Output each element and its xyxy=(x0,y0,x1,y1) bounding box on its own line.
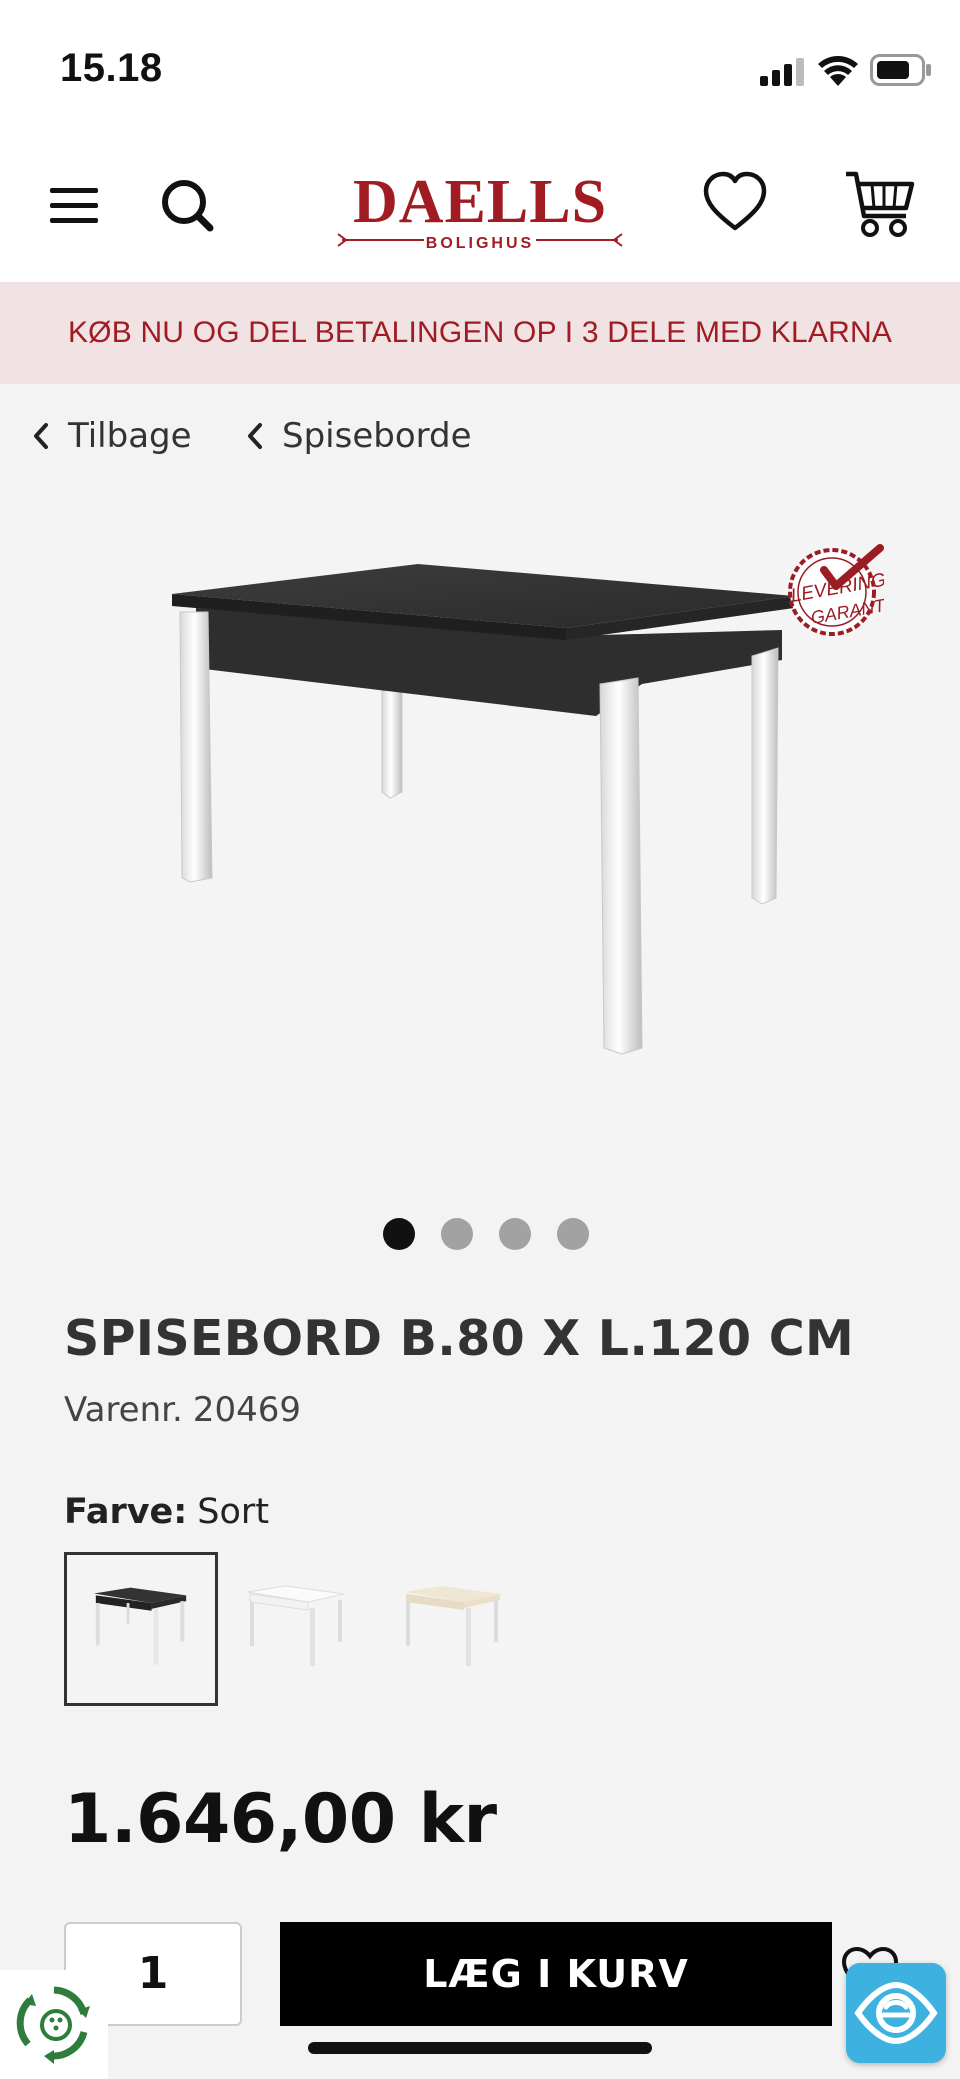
carousel-dot-2[interactable] xyxy=(441,1218,473,1250)
menu-button[interactable] xyxy=(50,180,106,230)
white-table-thumbnail xyxy=(247,1585,345,1666)
back-link[interactable]: Tilbage xyxy=(30,410,192,462)
color-value: Sort xyxy=(197,1492,270,1532)
klarna-promo-banner[interactable]: KØB NU OG DEL BETALINGEN OP I 3 DELE MED… xyxy=(0,282,960,384)
search-icon xyxy=(162,180,214,232)
category-label: Spiseborde xyxy=(282,416,472,456)
product-sku: Varenr. 20469 xyxy=(64,1390,301,1430)
menu-icon xyxy=(50,188,98,223)
carousel-dot-3[interactable] xyxy=(499,1218,531,1250)
sku-label: Varenr. xyxy=(64,1390,183,1430)
product-image-gallery[interactable]: LEVERINGS GARANTI xyxy=(76,488,884,1128)
battery-icon xyxy=(870,54,931,86)
carousel-pagination xyxy=(0,1218,960,1252)
oak-table-thumbnail xyxy=(404,1586,500,1666)
breadcrumb: Tilbage Spiseborde xyxy=(0,384,960,488)
site-header: DAELLS BOLIGHUS xyxy=(0,140,960,282)
product-title: SPISEBORD B.80 X L.120 CM xyxy=(64,1310,855,1367)
logo-text: DAELLS xyxy=(353,168,607,236)
accessibility-widget-button[interactable] xyxy=(846,1963,946,2063)
product-image: LEVERINGS GARANTI xyxy=(172,544,884,1055)
status-bar: 15.18 xyxy=(0,0,960,140)
heart-icon xyxy=(703,171,767,231)
swatch-white[interactable] xyxy=(220,1552,374,1706)
favorites-button[interactable] xyxy=(702,170,768,236)
wifi-icon xyxy=(818,56,858,86)
cart-icon xyxy=(846,171,915,237)
swatch-oak[interactable] xyxy=(376,1552,530,1706)
product-price: 1.646,00 kr xyxy=(64,1780,497,1859)
daells-logo[interactable]: DAELLS BOLIGHUS xyxy=(336,166,624,258)
swatch-black[interactable] xyxy=(64,1552,218,1706)
add-to-cart-button[interactable]: LÆG I KURV xyxy=(280,1922,832,2026)
category-link[interactable]: Spiseborde xyxy=(244,410,472,462)
sustainability-badge[interactable] xyxy=(0,1970,108,2079)
promo-text: KØB NU OG DEL BETALINGEN OP I 3 DELE MED… xyxy=(67,316,893,349)
carousel-dot-4[interactable] xyxy=(557,1218,589,1250)
color-swatches xyxy=(64,1552,530,1706)
logo-subtext: BOLIGHUS xyxy=(426,235,534,252)
chevron-left-icon xyxy=(34,423,48,449)
sku-value: 20469 xyxy=(192,1390,301,1430)
delivery-guarantee-badge: LEVERINGS GARANTI xyxy=(788,544,884,636)
recycle-icon xyxy=(16,1986,90,2064)
status-time: 15.18 xyxy=(60,46,163,90)
color-selection-label: Farve: Sort xyxy=(64,1492,269,1532)
eye-icon xyxy=(854,1981,938,2045)
cart-button[interactable] xyxy=(844,168,916,240)
carousel-dot-1[interactable] xyxy=(383,1218,415,1250)
back-label: Tilbage xyxy=(68,416,192,456)
cellular-signal-icon xyxy=(760,58,804,86)
search-button[interactable] xyxy=(158,174,218,236)
black-table-thumbnail xyxy=(93,1587,187,1665)
color-label: Farve: xyxy=(64,1492,188,1532)
home-indicator xyxy=(308,2042,652,2054)
chevron-left-icon xyxy=(248,423,262,449)
